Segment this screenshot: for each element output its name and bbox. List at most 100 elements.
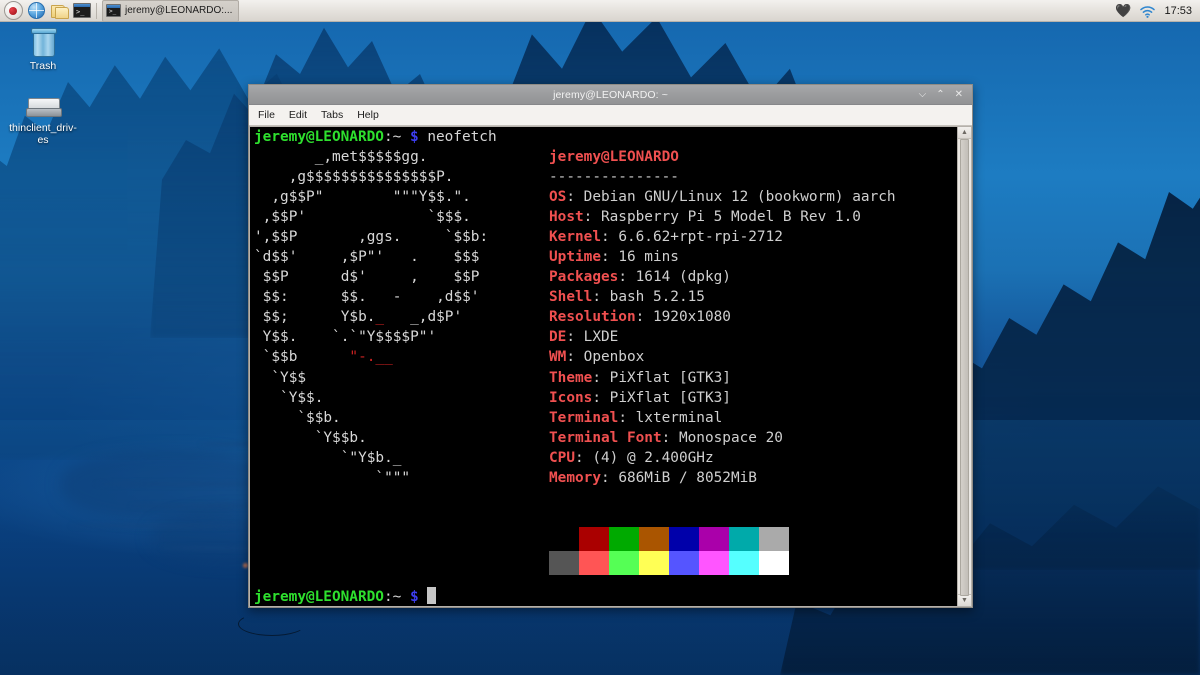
info-value: 686MiB / 8052MiB <box>618 469 757 486</box>
palette-row-bright <box>549 551 789 575</box>
info-key: Host <box>549 209 584 226</box>
menu-edit[interactable]: Edit <box>289 109 307 121</box>
terminal-color-palette <box>549 527 789 575</box>
palette-cell-normal <box>549 527 579 551</box>
neofetch-info-block: jeremy@LEONARDO --------------- OS: Debi… <box>549 149 896 486</box>
palette-cell-bright <box>579 551 609 575</box>
terminal-scrollbar[interactable]: ▲ ▼ <box>957 127 971 606</box>
info-key: DE <box>549 329 567 346</box>
desktop-icon-trash-label: Trash <box>29 60 57 72</box>
palette-cell-normal <box>759 527 789 551</box>
terminal-launcher-icon[interactable]: >_ <box>71 1 93 21</box>
info-value: LXDE <box>583 329 619 346</box>
terminal-output-area[interactable]: jeremy@LEONARDO:~ $ neofetch _,met$$$$$g… <box>250 127 957 606</box>
info-value: (4) @ 2.400GHz <box>592 449 714 466</box>
info-value: Debian GNU/Linux 12 (bookworm) aarch <box>583 189 896 206</box>
file-manager-icon[interactable] <box>48 1 70 21</box>
info-key: Kernel <box>549 229 601 246</box>
info-value: 1614 (dpkg) <box>635 269 731 286</box>
terminal-command-line: jeremy@LEONARDO:~ $ neofetch <box>254 127 497 147</box>
prompt-sigil: $ <box>409 589 419 605</box>
terminal-window[interactable]: jeremy@LEONARDO: ~ ⌵ ⌃ ✕ File Edit Tabs … <box>248 84 973 608</box>
drive-icon <box>26 96 62 118</box>
info-key: Resolution <box>549 309 636 326</box>
info-key: CPU <box>549 449 575 466</box>
palette-cell-normal <box>669 527 699 551</box>
typed-command: neofetch <box>427 129 497 145</box>
palette-cell-normal <box>729 527 759 551</box>
info-key: Memory <box>549 469 601 486</box>
info-value: 1920x1080 <box>652 309 731 326</box>
info-key: Uptime <box>549 249 601 266</box>
maximize-icon[interactable]: ⌃ <box>936 89 944 100</box>
window-menubar: File Edit Tabs Help <box>249 105 972 126</box>
terminal-body-wrapper: jeremy@LEONARDO:~ $ neofetch _,met$$$$$g… <box>249 126 972 607</box>
desktop-screen: Trash thinclient_driv- es jeremy@LEONARD… <box>0 0 1200 675</box>
window-title: jeremy@LEONARDO: ~ <box>553 88 668 101</box>
info-key: Icons <box>549 389 593 406</box>
palette-cell-normal <box>699 527 729 551</box>
text-cursor <box>427 587 437 604</box>
prompt-path: :~ <box>383 589 402 605</box>
palette-cell-bright <box>729 551 759 575</box>
info-key: Shell <box>549 289 593 306</box>
taskbar-launchers: >_ <box>0 1 93 21</box>
system-tray: 🖤 17:53 <box>1115 4 1200 18</box>
wifi-icon[interactable] <box>1140 5 1156 18</box>
prompt-path: :~ <box>383 129 402 145</box>
neofetch-user-host: jeremy@LEONARDO <box>549 149 679 165</box>
info-value: Raspberry Pi 5 Model B Rev 1.0 <box>600 209 861 226</box>
palette-cell-bright <box>699 551 729 575</box>
info-key: WM <box>549 349 567 366</box>
window-controls: ⌵ ⌃ ✕ <box>919 89 972 100</box>
palette-cell-bright <box>609 551 639 575</box>
scroll-up-icon[interactable]: ▲ <box>958 127 971 139</box>
prompt-user-host: jeremy@LEONARDO <box>254 589 384 605</box>
scrollbar-thumb[interactable] <box>960 139 969 596</box>
scrollbar-track[interactable] <box>958 139 971 596</box>
info-key: OS <box>549 189 567 206</box>
info-value: PiXflat [GTK3] <box>609 389 731 406</box>
window-titlebar[interactable]: jeremy@LEONARDO: ~ ⌵ ⌃ ✕ <box>249 85 972 105</box>
taskbar-window-label: jeremy@LEONARDO:... <box>125 5 233 16</box>
palette-cell-bright <box>549 551 579 575</box>
prompt-user-host: jeremy@LEONARDO <box>254 129 384 145</box>
water-ripple <box>70 524 260 528</box>
minimize-icon[interactable]: ⌵ <box>919 89 927 100</box>
palette-cell-normal <box>639 527 669 551</box>
water-ripple <box>95 482 255 486</box>
info-key: Packages <box>549 269 619 286</box>
menu-help[interactable]: Help <box>357 109 379 121</box>
prompt-sigil: $ <box>409 129 419 145</box>
info-value: 16 mins <box>618 249 679 266</box>
debian-ascii-art: _,met$$$$$gg. ,g$$$$$$$$$$$$$$$P. ,g$$P"… <box>254 149 489 486</box>
palette-cell-bright <box>759 551 789 575</box>
bluetooth-icon[interactable]: 🖤 <box>1115 4 1131 17</box>
desktop-icon-thinclient-drives[interactable]: thinclient_driv- es <box>4 96 82 146</box>
palette-row-normal <box>549 527 789 551</box>
info-value: PiXflat [GTK3] <box>609 369 731 386</box>
info-key: Theme <box>549 369 593 386</box>
menu-tabs[interactable]: Tabs <box>321 109 343 121</box>
palette-cell-normal <box>609 527 639 551</box>
taskbar-window-button[interactable]: >_ jeremy@LEONARDO:... <box>102 0 240 22</box>
palette-cell-bright <box>639 551 669 575</box>
info-value: bash 5.2.15 <box>609 289 705 306</box>
info-value: lxterminal <box>635 409 723 426</box>
neofetch-rule: --------------- <box>549 169 679 186</box>
palette-cell-bright <box>669 551 699 575</box>
info-key: Terminal Font <box>549 429 662 446</box>
info-value: Openbox <box>583 349 645 366</box>
desktop-icon-trash[interactable]: Trash <box>4 28 82 72</box>
desktop-icon-thinclient-drives-label: thinclient_driv- es <box>9 122 77 146</box>
menu-file[interactable]: File <box>258 109 275 121</box>
web-browser-icon[interactable] <box>25 1 47 21</box>
taskbar: >_ >_ jeremy@LEONARDO:... 🖤 17:53 <box>0 0 1200 22</box>
palette-cell-normal <box>579 527 609 551</box>
close-icon[interactable]: ✕ <box>955 89 963 100</box>
raspberry-menu-icon[interactable] <box>2 1 24 21</box>
info-value: 6.6.62+rpt-rpi-2712 <box>618 229 783 246</box>
clock[interactable]: 17:53 <box>1164 5 1192 17</box>
trash-icon <box>30 28 57 57</box>
wallpaper-boat-outline <box>238 612 306 636</box>
